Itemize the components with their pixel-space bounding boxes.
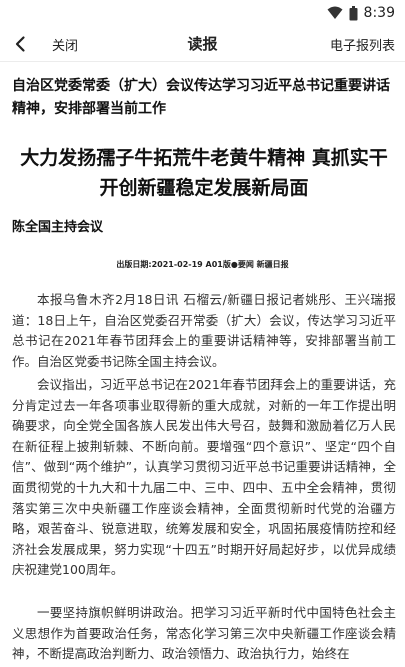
- wifi-icon: [327, 6, 343, 19]
- status-time: 8:39: [363, 5, 395, 21]
- article-meta: 出版日期:2021-02-19 A01版●要闻 新疆日报: [116, 260, 289, 269]
- chevron-left-icon[interactable]: [12, 35, 30, 53]
- epaper-list-button[interactable]: 电子报列表: [330, 35, 395, 54]
- nav-bar: 关闭 读报 电子报列表: [0, 26, 405, 62]
- article-paragraph: 会议指出，习近平总书记在2021年春节团拜会上的重要讲话，充分肯定过去一年各项事…: [12, 377, 396, 578]
- article-kicker: 自治区党委常委（扩大）会议传达学习习近平总书记重要讲话精神，安排部署当前工作: [12, 78, 390, 117]
- close-button[interactable]: 关闭: [52, 35, 78, 54]
- article-paragraph: 本报乌鲁木齐2月18日讯 石榴云/新疆日报记者姚彤、王兴瑞报道：18日上午，自治…: [12, 292, 396, 369]
- status-icons: 8:39: [327, 4, 395, 22]
- article-subhead: 陈全国主持会议: [12, 220, 104, 235]
- battery-icon: [349, 5, 358, 20]
- article-paragraph: 一要坚持旗帜鲜明讲政治。把学习习近平新时代中国特色社会主义思想作为首要政治任务，…: [12, 605, 396, 662]
- status-bar: 8:39: [0, 0, 405, 26]
- article-headline: 大力发扬孺子牛拓荒牛老黄牛精神 真抓实干开创新疆稳定发展新局面: [20, 147, 388, 199]
